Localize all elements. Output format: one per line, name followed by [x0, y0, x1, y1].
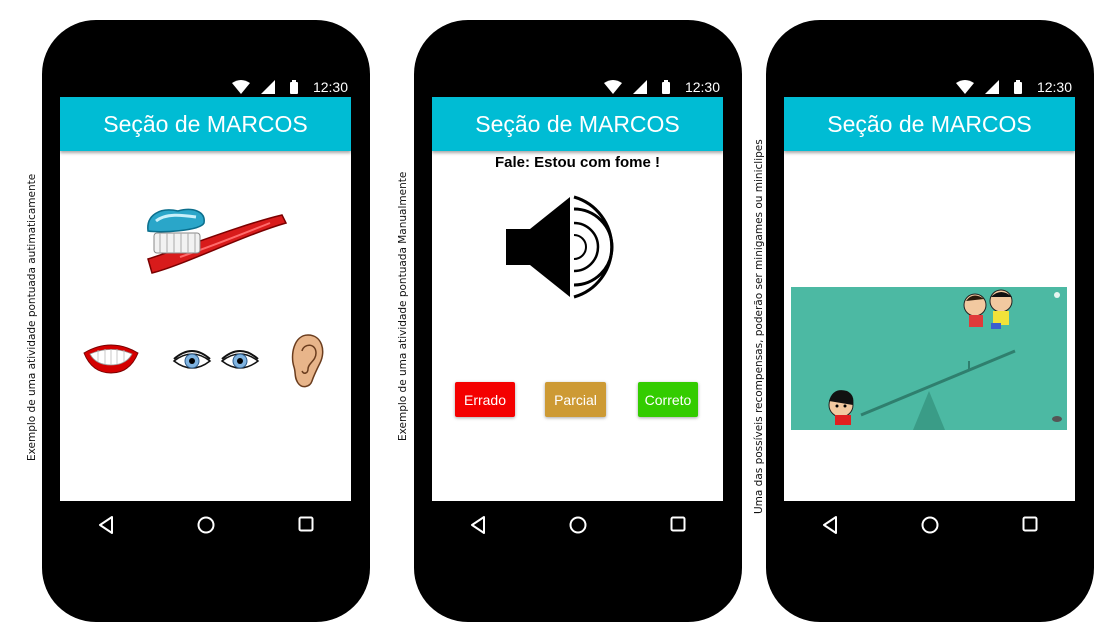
- battery-icon: [290, 80, 298, 94]
- wifi-icon: [956, 80, 974, 94]
- app-title: Seção de MARCOS: [103, 110, 308, 137]
- caption-manual: Exemplo de uma atividade pontuada Manual…: [397, 171, 409, 441]
- minigame-video[interactable]: [791, 287, 1067, 430]
- battery-icon: [1014, 80, 1022, 94]
- wifi-icon: [232, 80, 250, 94]
- app-title: Seção de MARCOS: [827, 110, 1032, 137]
- battery-icon: [662, 80, 670, 94]
- app-bar: Seção de MARCOS: [432, 97, 723, 151]
- app-screen: Seção de MARCOS: [60, 97, 351, 501]
- signal-icon: [261, 80, 275, 94]
- back-icon[interactable]: [470, 516, 486, 534]
- nav-bar: [42, 510, 370, 540]
- recents-icon[interactable]: [1022, 516, 1038, 532]
- mouth-icon[interactable]: [82, 341, 140, 375]
- recents-icon[interactable]: [298, 516, 314, 532]
- correct-button[interactable]: Correto: [638, 382, 698, 417]
- status-time: 12:30: [684, 79, 720, 95]
- phone-automatic: 12:30 Seção de MARCOS: [42, 20, 370, 622]
- status-time: 12:30: [1036, 79, 1072, 95]
- partial-button[interactable]: Parcial: [545, 382, 606, 417]
- wifi-icon: [604, 80, 622, 94]
- app-screen: Seção de MARCOS: [784, 97, 1075, 501]
- signal-icon: [985, 80, 999, 94]
- phone-manual: 12:30 Seção de MARCOS Fale: Estou com fo…: [414, 20, 742, 622]
- app-bar: Seção de MARCOS: [784, 97, 1075, 151]
- app-bar: Seção de MARCOS: [60, 97, 351, 151]
- phone-reward: 12:30 Seção de MARCOS: [766, 20, 1094, 622]
- speech-prompt: Fale: Estou com fome !: [494, 154, 661, 171]
- caption-automatic: Exemplo de uma atividade pontuada autima…: [26, 173, 38, 461]
- toothbrush-icon[interactable]: [140, 201, 290, 281]
- app-screen: Seção de MARCOS Fale: Estou com fome ! E…: [432, 97, 723, 501]
- nav-bar: [766, 510, 1094, 540]
- back-icon[interactable]: [98, 516, 114, 534]
- back-icon[interactable]: [822, 516, 838, 534]
- speaker-icon[interactable]: [504, 195, 634, 299]
- home-icon[interactable]: [921, 516, 939, 534]
- eyes-icon[interactable]: [172, 347, 260, 375]
- app-title: Seção de MARCOS: [475, 110, 680, 137]
- caption-reward: Uma das possíveis recompensas, poderão s…: [753, 139, 765, 514]
- home-icon[interactable]: [569, 516, 587, 534]
- wrong-button[interactable]: Errado: [455, 382, 515, 417]
- status-time: 12:30: [312, 79, 348, 95]
- ear-icon[interactable]: [290, 333, 326, 389]
- recents-icon[interactable]: [670, 516, 686, 532]
- nav-bar: [414, 510, 742, 540]
- home-icon[interactable]: [197, 516, 215, 534]
- signal-icon: [633, 80, 647, 94]
